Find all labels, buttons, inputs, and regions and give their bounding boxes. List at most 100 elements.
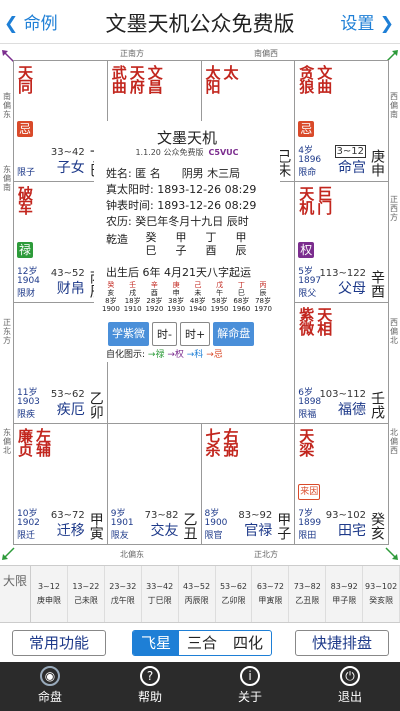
dayun-column: 戊午 58岁 1950 (210, 281, 229, 313)
palace-name: 田宅 (338, 523, 366, 539)
daxian-item[interactable]: 13~22 己未限 (68, 566, 105, 622)
star-name: 七杀 (203, 428, 222, 456)
limit-label: 限迁 (17, 531, 36, 541)
star-name: 天机 (297, 186, 316, 214)
daxian-item[interactable]: 93~102 癸亥限 (363, 566, 400, 622)
year-text: 1903 (17, 397, 40, 407)
palace-cell[interactable]: 9岁 1901 限友 73~82 交友 乙丑 (106, 423, 202, 545)
tab-sihua[interactable]: 四化 (225, 631, 271, 655)
direction-label: 西偏南 (390, 92, 398, 119)
daxian-row: 大限 3~12 庚申限 13~22 己未限 23~32 戊午限 33~42 丁巳限 43~52 丙… (0, 565, 400, 623)
tab-feixing[interactable]: 飞星 (133, 631, 179, 655)
sihua-badge: 忌 (298, 121, 315, 137)
daxian-item[interactable]: 63~72 甲寅限 (252, 566, 290, 622)
limit-label: 限疾 (17, 410, 36, 420)
app-header: ❮ 命例 文墨天机公众免费版 设置 ❯ (0, 0, 400, 44)
sihua-badges: 忌 (17, 121, 34, 137)
star-name: 太阳 (203, 65, 222, 93)
qianzao-label: 乾造 (106, 233, 128, 246)
palace-cell[interactable]: 廉贞 左辅 10岁 1902 限迁 63~72 迁移 甲寅 (13, 423, 108, 545)
star-name: 文曲 (315, 65, 334, 93)
hour-plus-button[interactable]: 时+ (179, 322, 211, 346)
nav-exit[interactable]: ⏻ 退出 (300, 662, 400, 711)
palace-name: 疾厄 (56, 402, 85, 418)
lunar-date: 农历: 癸巳年冬月十九日 辰时 (106, 215, 249, 228)
palace-name: 迁移 (56, 523, 85, 539)
tab-sanhe[interactable]: 三合 (179, 631, 225, 655)
chevron-right-icon: ❯ (374, 14, 394, 34)
direction-label: 南偏东 (3, 92, 11, 119)
limit-label: 限友 (110, 531, 129, 541)
direction-label: 北偏东 (120, 550, 144, 559)
daxian-item[interactable]: 53~62 乙卯限 (216, 566, 253, 622)
nav-help[interactable]: ? 帮助 (100, 662, 200, 711)
year-text: 1898 (298, 397, 322, 407)
age-year: 8岁 1900 (205, 510, 228, 528)
age-year: 6岁 1898 (298, 389, 321, 407)
info-icon: i (240, 666, 260, 686)
ju-text: 阴男 木三局 (181, 167, 241, 180)
star-name: 武曲 (109, 65, 128, 93)
dayun-table: 癸亥 8岁 1900 壬戌 18岁 1910 辛酉 28岁 1920 庚申 38岁 1930 己未 48岁… (102, 281, 272, 313)
version-text: 1.1.20 公众免费版 C5VUC (94, 147, 280, 158)
direction-label: 北偏西 (390, 428, 398, 455)
sihua-badge: 权 (298, 242, 315, 258)
pillar: 癸巳 (145, 231, 157, 257)
center-title: 文墨天机 (156, 129, 217, 147)
pillar: 丁酉 (205, 231, 217, 257)
dayun-column: 丁巳 68岁 1960 (232, 281, 251, 313)
settings-button[interactable]: 设置 ❯ (340, 9, 394, 34)
learn-ziwei-button[interactable]: 学紫微 (108, 322, 149, 346)
star-list: 紫微 天相 (297, 307, 334, 335)
common-functions-button[interactable]: 常用功能 (12, 630, 106, 656)
star-list: 贪狼 文曲 (297, 65, 334, 93)
quick-chart-button[interactable]: 快捷排盘 (295, 630, 389, 656)
ganzhi: 甲子 (275, 512, 292, 540)
pillar: 甲辰 (235, 231, 247, 257)
bottom-nav: ◉ 命盘 ? 帮助 i 关于 ⏻ 退出 (0, 662, 400, 711)
age-year: 5岁 1897 (298, 268, 321, 286)
age-year: 4岁 1896 (298, 147, 321, 165)
year-text: 1897 (298, 276, 322, 286)
palace-name: 官禄 (244, 523, 273, 539)
nav-label: 帮助 (137, 690, 162, 704)
zihua-legend: 自化图示: →禄 →权 →科 →忌 (106, 347, 223, 360)
center-button-row: 学紫微 时- 时+ 解命盘 (108, 322, 255, 346)
center-info: 文墨天机 1.1.20 公众免费版 C5VUC 姓名: 匿 名 阴男 木三局 真… (94, 121, 280, 362)
star-list: 破军 (16, 186, 34, 214)
dayun-column: 丙辰 78岁 1970 (254, 281, 272, 313)
age-year: 7岁 1899 (298, 510, 321, 528)
interpret-chart-button[interactable]: 解命盘 (213, 322, 255, 346)
palace-cell[interactable]: 天机 巨门权 5岁 1897 限父 113~122 父母 辛酉 (294, 181, 389, 303)
ganzhi: 甲寅 (87, 512, 104, 540)
star-name: 天相 (315, 307, 334, 335)
daxian-item[interactable]: 43~52 丙辰限 (179, 566, 216, 622)
hour-minus-button[interactable]: 时- (152, 322, 177, 346)
star-name: 贪狼 (297, 65, 316, 93)
name-line: 姓名: 匿 名 阴男 木三局 (106, 165, 240, 181)
star-list: 太阳太 (203, 65, 240, 93)
ganzhi: 癸亥 (369, 512, 385, 540)
palace-name: 福德 (338, 402, 366, 418)
limit-label: 限官 (204, 531, 223, 541)
year-text: 1896 (298, 155, 322, 165)
palace-cell[interactable]: 紫微 天相 6岁 1898 限福 103~112 福德 壬戌 (294, 302, 389, 424)
palace-cell[interactable]: 贪狼 文曲忌 4岁 1896 限命 3~12 命宫 庚申 (294, 60, 389, 182)
star-list: 天梁 (297, 428, 315, 456)
zihua-quan: →权 (167, 350, 184, 360)
palace-cell[interactable]: 七杀 右弼 8岁 1900 限官 83~92 官禄 甲子 (200, 423, 296, 545)
palace-cell[interactable]: 天梁 来因 7岁 1899 限田 93~102 田宅 癸亥 (294, 423, 389, 545)
daxian-item[interactable]: 33~42 丁巳限 (142, 566, 179, 622)
ganzhi: 辛酉 (369, 270, 385, 298)
sihua-badges: 权 (298, 242, 315, 258)
true-solar-time: 真太阳时: 1893-12-26 08:29 (106, 183, 257, 196)
daxian-item[interactable]: 23~32 戊午限 (105, 566, 142, 622)
dayun-column: 壬戌 18岁 1910 (123, 281, 142, 313)
direction-label: 东偏南 (3, 165, 11, 192)
daxian-item[interactable]: 73~82 乙丑限 (289, 566, 327, 622)
daxian-item[interactable]: 83~92 甲子限 (326, 566, 364, 622)
daxian-item[interactable]: 3~12 庚申限 (31, 566, 68, 622)
nav-about[interactable]: i 关于 (200, 662, 300, 711)
qiyun-text: 出生后 6年 4月21天八字起运 (106, 266, 251, 279)
nav-chart[interactable]: ◉ 命盘 (0, 662, 100, 711)
